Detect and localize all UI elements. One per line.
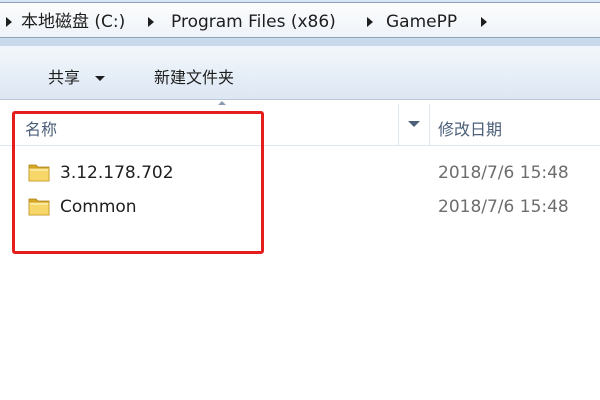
column-divider[interactable] — [429, 104, 430, 146]
share-dropdown-icon[interactable] — [95, 76, 105, 81]
file-date-modified: 2018/7/6 15:48 — [438, 197, 569, 217]
column-divider[interactable] — [398, 104, 399, 146]
new-folder-button[interactable]: 新建文件夹 — [154, 69, 234, 87]
breadcrumb-separator-icon[interactable] — [6, 17, 12, 27]
sort-indicator-icon — [218, 101, 226, 105]
address-bar: 本地磁盘 (C:) Program Files (x86) GamePP — [0, 0, 600, 46]
file-date-modified: 2018/7/6 15:48 — [438, 163, 569, 183]
column-header-date-modified[interactable]: 修改日期 — [438, 116, 502, 140]
breadcrumb-separator-icon[interactable] — [148, 17, 154, 27]
share-button[interactable]: 共享 — [48, 69, 80, 87]
breadcrumb-program-files[interactable]: Program Files (x86) — [171, 12, 336, 32]
highlight-annotation — [12, 111, 264, 254]
breadcrumb[interactable]: 本地磁盘 (C:) Program Files (x86) GamePP — [0, 2, 600, 38]
breadcrumb-separator-icon[interactable] — [481, 17, 487, 27]
breadcrumb-local-disk[interactable]: 本地磁盘 (C:) — [21, 12, 125, 32]
column-filter-dropdown-icon[interactable] — [408, 121, 420, 127]
breadcrumb-separator-icon[interactable] — [367, 17, 373, 27]
breadcrumb-gamepp[interactable]: GamePP — [386, 12, 457, 32]
command-bar: 共享 新建文件夹 — [0, 46, 600, 100]
